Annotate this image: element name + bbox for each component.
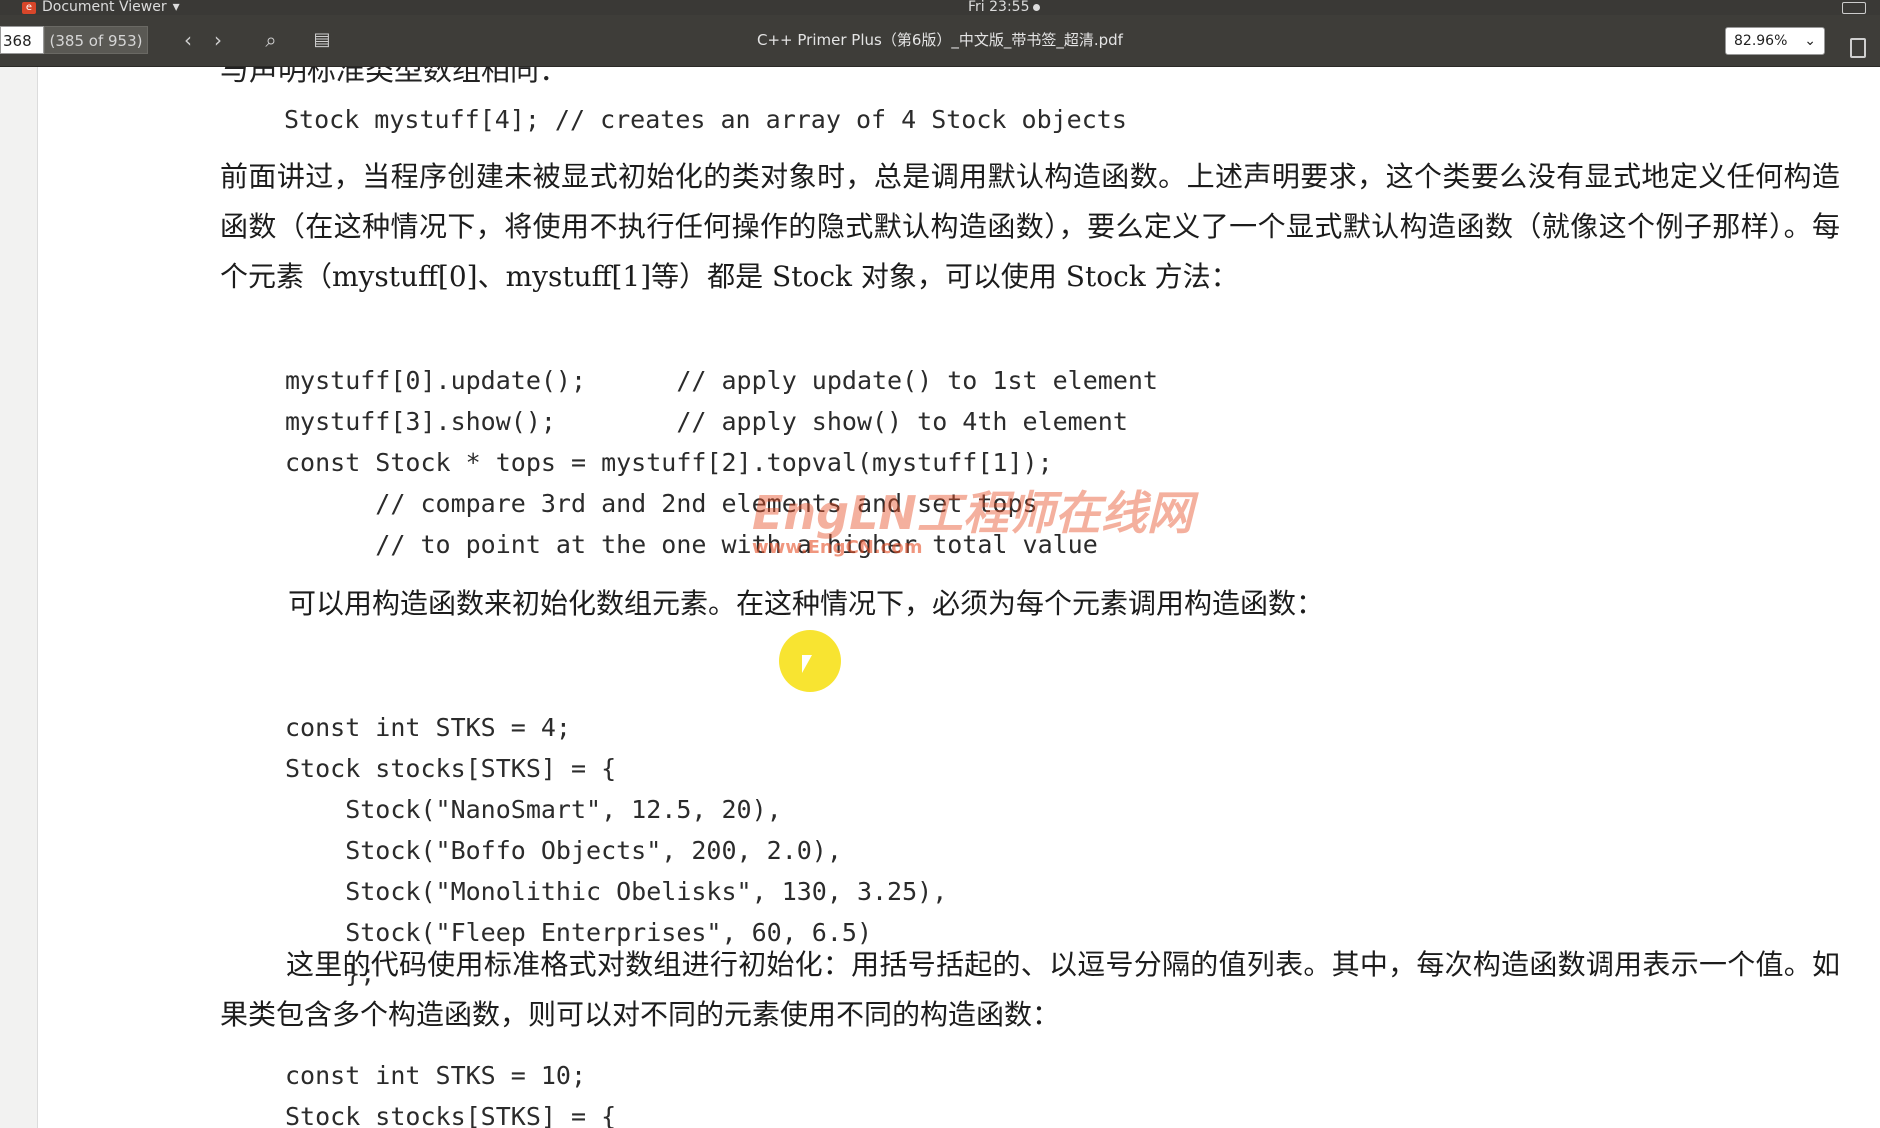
notification-dot-icon (1033, 3, 1041, 11)
battery-icon[interactable] (1842, 2, 1866, 14)
document-save-icon[interactable] (1850, 38, 1866, 58)
watermark: EngLN工程师在线网 www.EngCN.com (752, 477, 1193, 558)
toolbar: 368 (385 of 953) ‹ › ⌕ ▤ C++ Primer Plus… (0, 15, 1880, 67)
paragraph-3: 这里的代码使用标准格式对数组进行初始化：用括号括起的、以逗号分隔的值列表。其中，… (220, 940, 1840, 1040)
zoom-select[interactable]: 82.96% ⌄ (1725, 27, 1825, 55)
paragraph-2-text: 可以用构造函数来初始化数组元素。在这种情况下，必须为每个元素调用构造函数： (288, 587, 1325, 620)
dropdown-arrow-icon: ▾ (172, 0, 180, 15)
document-page[interactable]: 与声明标准类型数组相同： Stock mystuff[4]; // create… (38, 67, 1880, 1128)
mouse-pointer-icon (802, 655, 812, 673)
code-block-1: Stock mystuff[4]; // creates an array of… (284, 105, 1127, 134)
chevron-down-icon: ⌄ (1804, 33, 1816, 49)
paragraph-1-text: 前面讲过，当程序创建未被显式初始化的类对象时，总是调用默认构造函数。上述声明要求… (220, 160, 1840, 293)
watermark-url: www.EngCN.com (752, 537, 923, 558)
app-menu[interactable]: e Document Viewer ▾ (22, 0, 180, 15)
cut-heading: 与声明标准类型数组相同： (220, 67, 569, 87)
document-title: C++ Primer Plus（第6版）_中文版_带书签_超清.pdf (757, 31, 1123, 49)
paragraph-1: 前面讲过，当程序创建未被显式初始化的类对象时，总是调用默认构造函数。上述声明要求… (220, 152, 1840, 302)
paragraph-2: 可以用构造函数来初始化数组元素。在这种情况下，必须为每个元素调用构造函数： (288, 579, 1880, 629)
clock[interactable]: Fri 23:55 (968, 0, 1041, 15)
paragraph-3-text: 这里的代码使用标准格式对数组进行初始化：用括号括起的、以逗号分隔的值列表。其中，… (220, 948, 1840, 1031)
app-name: Document Viewer (42, 0, 167, 15)
clock-text: Fri 23:55 (968, 0, 1030, 15)
top-panel: e Document Viewer ▾ Fri 23:55 (0, 0, 1880, 15)
sidebar-strip (0, 67, 38, 1128)
watermark-main: EngLN工程师在线网 (752, 486, 1193, 540)
document-viewer-icon: e (22, 1, 36, 14)
code-block-4: const int STKS = 10; Stock stocks[STKS] … (285, 1061, 617, 1128)
zoom-value: 82.96% (1734, 33, 1788, 49)
